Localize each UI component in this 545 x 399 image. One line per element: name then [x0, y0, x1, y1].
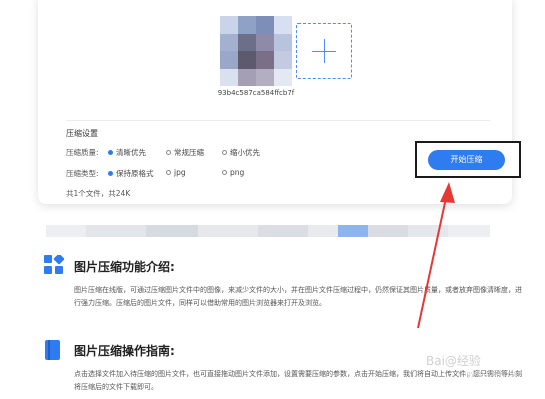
- annotation-arrow: [417, 182, 455, 329]
